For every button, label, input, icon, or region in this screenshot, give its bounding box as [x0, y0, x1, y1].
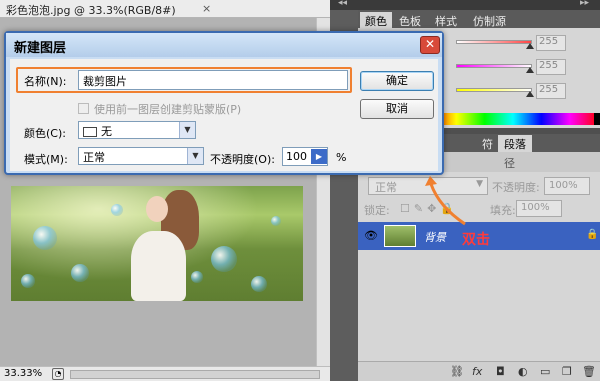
close-icon[interactable]: ×	[202, 2, 211, 15]
mode-label: 模式(M):	[24, 153, 68, 166]
color-panel-tabs: 颜色 色板 样式 仿制源	[358, 10, 600, 28]
blue-slider-thumb[interactable]	[526, 91, 534, 97]
clipping-mask-checkbox[interactable]	[78, 103, 89, 114]
blue-slider-track[interactable]	[456, 88, 532, 92]
adjustment-icon[interactable]: ◐	[518, 365, 528, 378]
color-swatch	[83, 127, 97, 137]
status-bar: 33.33% ◔	[0, 366, 330, 381]
eye-icon[interactable]: 👁	[364, 229, 378, 242]
red-slider-track[interactable]	[456, 40, 532, 44]
new-layer-dialog: 新建图层 ✕ 名称(N): 裁剪图片 使用前一图层创建剪贴蒙版(P) 颜色(C)…	[4, 31, 444, 175]
annotation-arrow-icon	[425, 176, 466, 226]
layer-thumbnail[interactable]	[384, 225, 416, 247]
document-info-icon[interactable]: ◔	[52, 368, 64, 380]
layer-opacity-input[interactable]: 100%	[544, 177, 590, 195]
tab-clone-source[interactable]: 仿制源	[468, 12, 511, 28]
zoom-level[interactable]: 33.33%	[4, 368, 42, 379]
layers-toolbar: ⛓ fx ◘ ◐ ▭ ❐ 🗑	[358, 361, 600, 381]
fx-icon[interactable]: fx	[472, 365, 482, 378]
dialog-body: 名称(N): 裁剪图片 使用前一图层创建剪贴蒙版(P) 颜色(C): 无 ▼ 模…	[10, 59, 438, 171]
opacity-unit: %	[336, 151, 347, 164]
dialog-titlebar[interactable]: 新建图层 ✕	[6, 33, 442, 57]
trash-icon[interactable]: 🗑	[582, 365, 596, 378]
lock-label: 锁定:	[364, 204, 390, 217]
color-spectrum[interactable]	[428, 113, 598, 125]
color-label: 颜色(C):	[24, 127, 66, 140]
tab-paragraph[interactable]: 段落	[498, 135, 532, 152]
tab-styles[interactable]: 样式	[430, 12, 462, 28]
blue-value[interactable]: 255	[536, 83, 566, 99]
ok-button[interactable]: 确定	[360, 71, 434, 91]
green-value[interactable]: 255	[536, 59, 566, 75]
layer-name-input[interactable]: 裁剪图片	[78, 70, 348, 90]
chevron-down-icon: ▼	[187, 148, 203, 164]
green-slider-thumb[interactable]	[526, 67, 534, 73]
blend-mode-value: 正常	[375, 181, 397, 194]
link-icon[interactable]: ⛓	[450, 365, 464, 378]
green-slider-track[interactable]	[456, 64, 532, 68]
chevron-down-icon: ▼	[179, 122, 195, 138]
collapse-left-icon[interactable]: ◂◂	[338, 0, 347, 8]
mode-select[interactable]: 正常 ▼	[78, 147, 204, 165]
horizontal-scrollbar[interactable]	[70, 370, 320, 379]
collapse-right-icon[interactable]: ▸▸	[580, 0, 589, 8]
new-layer-icon[interactable]: ❐	[562, 365, 572, 378]
lock-icon: 🔒	[586, 229, 599, 240]
dock-header: ◂◂ ▸▸	[330, 0, 600, 10]
dialog-title: 新建图层	[14, 41, 67, 56]
tab-color[interactable]: 颜色	[360, 12, 392, 28]
folder-icon[interactable]: ▭	[540, 365, 550, 378]
document-tab-title: 彩色泡泡.jpg @ 33.3%(RGB/8#)	[6, 4, 176, 17]
cancel-button[interactable]: 取消	[360, 99, 434, 119]
red-slider-thumb[interactable]	[526, 43, 534, 49]
dialog-opacity-input[interactable]: 100 ▶	[282, 147, 328, 166]
color-select[interactable]: 无 ▼	[78, 121, 196, 139]
tab-swatches[interactable]: 色板	[394, 12, 426, 28]
mask-icon[interactable]: ◘	[496, 365, 505, 378]
chevron-right-icon[interactable]: ▶	[311, 149, 327, 164]
clipping-mask-label: 使用前一图层创建剪贴蒙版(P)	[94, 103, 242, 116]
name-label: 名称(N):	[24, 75, 67, 88]
mode-value: 正常	[83, 151, 105, 164]
close-icon[interactable]: ✕	[420, 36, 440, 54]
photo-image	[11, 186, 303, 301]
document-tab[interactable]: 彩色泡泡.jpg @ 33.3%(RGB/8#) ×	[0, 0, 330, 18]
dialog-opacity-label: 不透明度(O):	[210, 153, 275, 166]
tab-character[interactable]: 符	[476, 135, 499, 152]
dialog-opacity-value: 100	[286, 150, 307, 163]
color-value: 无	[101, 125, 112, 138]
annotation-text: 双击	[462, 232, 490, 248]
spectrum-black[interactable]	[594, 113, 600, 125]
tab-paths[interactable]: 径	[504, 155, 515, 171]
red-value[interactable]: 255	[536, 35, 566, 51]
